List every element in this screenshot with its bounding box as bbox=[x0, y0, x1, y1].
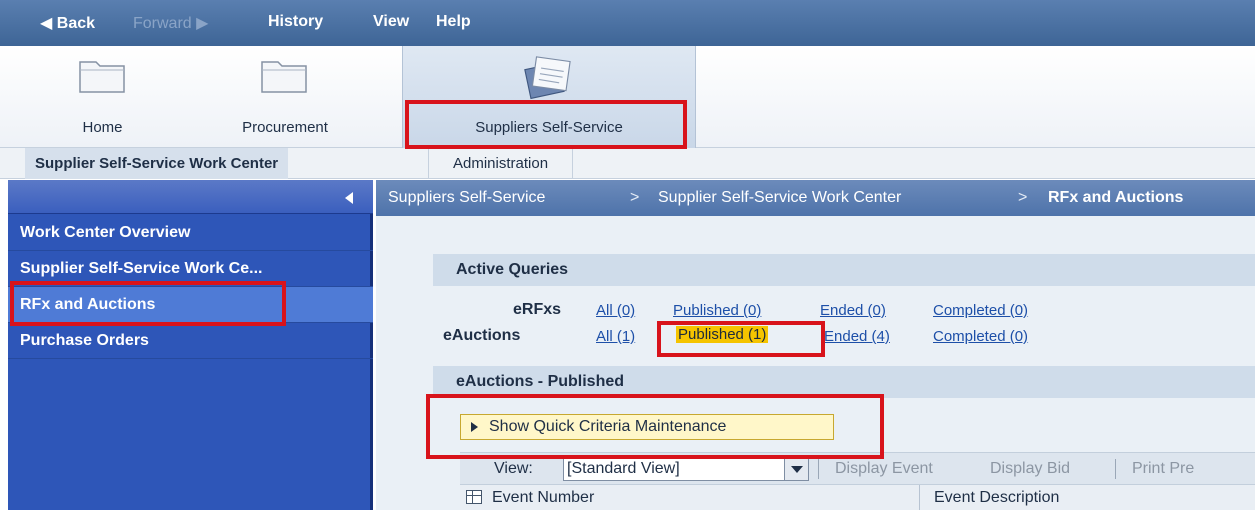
nav-tab-procurement-label: Procurement bbox=[242, 119, 328, 136]
query-link-eauctions-published[interactable]: Published (1) bbox=[676, 326, 769, 343]
collapse-nav-button[interactable] bbox=[8, 180, 373, 214]
query-link-erfxs-ended[interactable]: Ended (0) bbox=[820, 302, 886, 319]
show-quick-criteria-button[interactable]: Show Quick Criteria Maintenance bbox=[460, 414, 834, 440]
breadcrumb-current: RFx and Auctions bbox=[1048, 189, 1184, 206]
triangle-right-icon: ▶ bbox=[196, 15, 209, 32]
nav-tab-home-label: Home bbox=[82, 119, 123, 136]
view-select[interactable]: [Standard View] bbox=[563, 457, 809, 481]
forward-label: Forward bbox=[133, 15, 192, 32]
left-navigation: Work Center Overview Supplier Self-Servi… bbox=[8, 180, 373, 510]
breadcrumb-item[interactable]: Suppliers Self-Service bbox=[388, 189, 545, 207]
toolbar-divider bbox=[1115, 459, 1116, 479]
view-label: View: bbox=[494, 460, 533, 477]
breadcrumb-item[interactable]: Supplier Self-Service Work Center bbox=[658, 189, 901, 207]
breadcrumb-separator: > bbox=[630, 189, 640, 206]
query-label-erfxs: eRFxs bbox=[513, 301, 562, 318]
forward-button[interactable]: Forward ▶ bbox=[133, 13, 208, 33]
display-event-button[interactable]: Display Event bbox=[835, 460, 933, 478]
results-toolbar: View: [Standard View] Display Event Disp… bbox=[460, 452, 1255, 484]
tab-administration[interactable]: Administration bbox=[428, 148, 574, 179]
menu-bar: ◀ Back Forward ▶ History View Help bbox=[0, 0, 1255, 46]
back-button[interactable]: ◀ Back bbox=[40, 13, 95, 33]
folder-icon bbox=[261, 61, 307, 93]
results-panel-header: eAuctions - Published bbox=[433, 366, 1255, 398]
print-preview-button[interactable]: Print Pre bbox=[1132, 460, 1194, 478]
query-label-eauctions: eAuctions bbox=[443, 327, 521, 344]
triangle-left-icon bbox=[345, 192, 353, 204]
query-link-eauctions-completed[interactable]: Completed (0) bbox=[933, 328, 1028, 345]
menu-help[interactable]: Help bbox=[436, 13, 471, 31]
main-content: Active Queries eRFxs All (0) Published (… bbox=[376, 216, 1255, 510]
sidebar-item-supplier-self-service-work-center[interactable]: Supplier Self-Service Work Ce... bbox=[8, 251, 373, 287]
work-center-nav: Home Procurement Suppliers Self-Service bbox=[0, 46, 1255, 148]
toolbar-divider bbox=[818, 459, 819, 479]
column-header-event-number[interactable]: Event Number bbox=[492, 489, 594, 507]
back-label: Back bbox=[56, 15, 96, 32]
column-divider bbox=[919, 485, 920, 510]
active-queries-header: Active Queries bbox=[433, 254, 1255, 286]
table-settings-icon[interactable] bbox=[466, 490, 482, 504]
table-header: Event Number Event Description bbox=[460, 484, 1255, 510]
query-link-eauctions-all[interactable]: All (1) bbox=[596, 328, 635, 345]
sidebar-item-work-center-overview[interactable]: Work Center Overview bbox=[8, 215, 373, 251]
view-select-value: [Standard View] bbox=[567, 460, 680, 477]
chevron-down-icon bbox=[784, 458, 808, 480]
sub-tab-bar: Supplier Self-Service Work Center Admini… bbox=[0, 148, 1255, 179]
show-quick-criteria-label: Show Quick Criteria Maintenance bbox=[489, 418, 727, 435]
nav-tab-procurement[interactable]: Procurement bbox=[210, 46, 360, 148]
nav-tab-home[interactable]: Home bbox=[30, 46, 175, 148]
query-link-erfxs-published[interactable]: Published (0) bbox=[673, 302, 761, 319]
column-header-event-description[interactable]: Event Description bbox=[934, 489, 1059, 507]
display-bid-button[interactable]: Display Bid bbox=[990, 460, 1070, 478]
query-link-erfxs-completed[interactable]: Completed (0) bbox=[933, 302, 1028, 319]
nav-tab-suppliers-self-service[interactable]: Suppliers Self-Service bbox=[402, 46, 696, 148]
query-link-eauctions-ended[interactable]: Ended (4) bbox=[824, 328, 890, 345]
documents-icon bbox=[524, 56, 571, 100]
breadcrumb-separator: > bbox=[1018, 189, 1028, 206]
folder-icon bbox=[78, 61, 125, 93]
query-link-erfxs-all[interactable]: All (0) bbox=[596, 302, 635, 319]
sidebar-item-rfx-and-auctions[interactable]: RFx and Auctions bbox=[8, 287, 373, 323]
breadcrumb: Suppliers Self-Service > Supplier Self-S… bbox=[376, 180, 1255, 216]
play-triangle-icon bbox=[471, 422, 478, 432]
triangle-left-icon: ◀ bbox=[40, 15, 53, 32]
nav-tab-suppliers-self-service-label: Suppliers Self-Service bbox=[475, 119, 623, 136]
menu-view[interactable]: View bbox=[373, 13, 409, 31]
menu-history[interactable]: History bbox=[268, 13, 323, 31]
tab-supplier-self-service-work-center[interactable]: Supplier Self-Service Work Center bbox=[25, 148, 289, 179]
sidebar-item-purchase-orders[interactable]: Purchase Orders bbox=[8, 323, 373, 359]
